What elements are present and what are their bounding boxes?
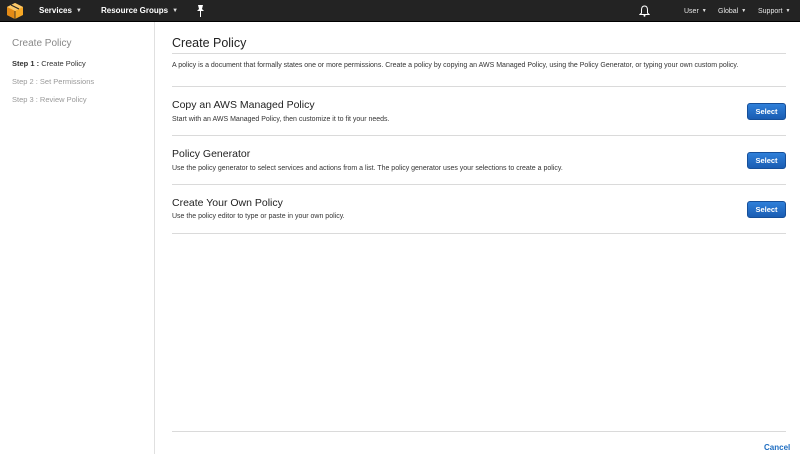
caret-down-icon: ▼ bbox=[701, 8, 707, 14]
step-set-permissions[interactable]: Step 2 : Set Permissions bbox=[12, 77, 94, 86]
option-desc-copy-managed: Start with an AWS Managed Policy, then c… bbox=[172, 116, 390, 123]
option-desc-policy-generator: Use the policy generator to select servi… bbox=[172, 165, 563, 172]
aws-cube-icon[interactable] bbox=[6, 2, 24, 20]
intro-text: A policy is a document that formally sta… bbox=[172, 62, 739, 69]
sidebar-title: Create Policy bbox=[12, 38, 72, 49]
caret-down-icon: ▼ bbox=[172, 8, 179, 14]
page-title: Create Policy bbox=[172, 36, 247, 50]
resource-groups-label: Resource Groups bbox=[101, 6, 169, 15]
bell-icon[interactable] bbox=[639, 5, 650, 17]
step-create-policy[interactable]: Step 1 : Create Policy bbox=[12, 59, 86, 68]
divider bbox=[172, 233, 786, 234]
option-desc-create-own: Use the policy editor to type or paste i… bbox=[172, 213, 345, 220]
step-prefix: Step 1 : bbox=[12, 59, 40, 68]
top-navigation-bar: Services ▼ Resource Groups ▼ User ▼ Global ▼… bbox=[0, 0, 800, 22]
wizard-sidebar: Create Policy Step 1 : Create Policy Ste… bbox=[0, 22, 155, 454]
divider bbox=[172, 184, 786, 185]
pin-icon[interactable] bbox=[195, 5, 206, 17]
step-review-policy[interactable]: Step 3 : Review Policy bbox=[12, 95, 87, 104]
user-menu[interactable]: User ▼ bbox=[684, 0, 707, 22]
support-label: Support bbox=[758, 8, 783, 15]
option-title-policy-generator: Policy Generator bbox=[172, 148, 251, 160]
user-label: User bbox=[684, 8, 699, 15]
region-menu[interactable]: Global ▼ bbox=[718, 0, 746, 22]
caret-down-icon: ▼ bbox=[75, 8, 82, 14]
option-title-copy-managed: Copy an AWS Managed Policy bbox=[172, 99, 315, 111]
divider bbox=[172, 86, 786, 87]
region-label: Global bbox=[718, 8, 739, 15]
services-label: Services bbox=[39, 6, 72, 15]
step-label: Create Policy bbox=[41, 59, 86, 68]
caret-down-icon: ▼ bbox=[785, 8, 791, 14]
divider bbox=[172, 53, 786, 54]
caret-down-icon: ▼ bbox=[741, 8, 747, 14]
select-policy-generator-button[interactable]: Select bbox=[747, 152, 786, 169]
select-create-own-button[interactable]: Select bbox=[747, 201, 786, 218]
resource-groups-menu[interactable]: Resource Groups ▼ bbox=[101, 0, 178, 22]
services-menu[interactable]: Services ▼ bbox=[39, 0, 82, 22]
option-title-create-own: Create Your Own Policy bbox=[172, 197, 283, 209]
support-menu[interactable]: Support ▼ bbox=[758, 0, 790, 22]
footer-divider bbox=[172, 431, 786, 432]
select-copy-managed-button[interactable]: Select bbox=[747, 103, 786, 120]
cancel-link[interactable]: Cancel bbox=[764, 443, 790, 452]
divider bbox=[172, 135, 786, 136]
